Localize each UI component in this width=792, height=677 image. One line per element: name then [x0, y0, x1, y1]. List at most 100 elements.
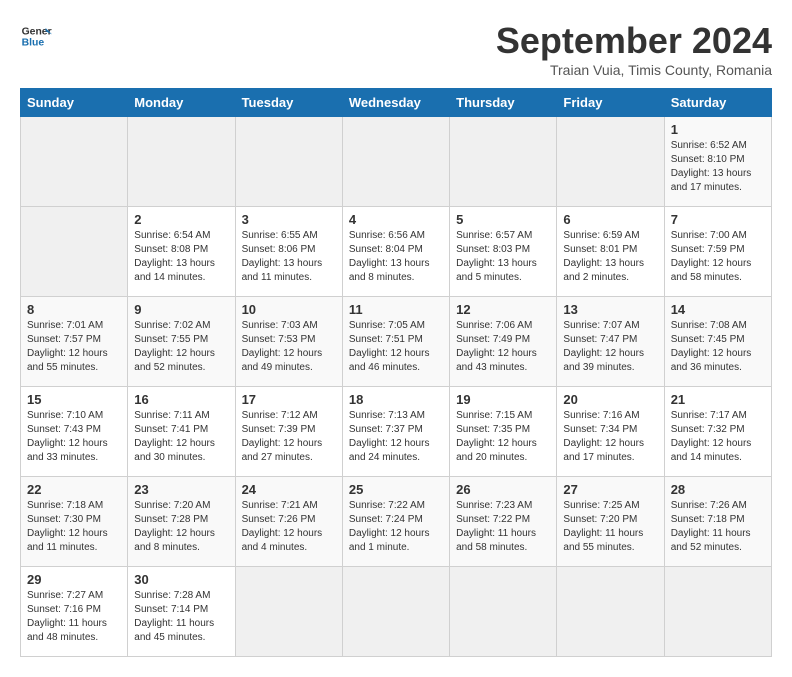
calendar-cell: 1 Sunrise: 6:52 AMSunset: 8:10 PMDaylight…: [664, 117, 771, 207]
calendar-cell: 18 Sunrise: 7:13 AMSunset: 7:37 PMDayligh…: [342, 387, 449, 477]
day-number: 20: [563, 392, 657, 407]
calendar-cell: 20 Sunrise: 7:16 AMSunset: 7:34 PMDayligh…: [557, 387, 664, 477]
calendar-cell: 25 Sunrise: 7:22 AMSunset: 7:24 PMDayligh…: [342, 477, 449, 567]
calendar-week-row: 15 Sunrise: 7:10 AMSunset: 7:43 PMDayligh…: [21, 387, 772, 477]
calendar-cell: 4Sunrise: 6:56 AMSunset: 8:04 PMDaylight…: [342, 207, 449, 297]
day-number: 21: [671, 392, 765, 407]
cell-sun-info: Sunrise: 6:56 AMSunset: 8:04 PMDaylight:…: [349, 229, 443, 285]
calendar-cell: 8Sunrise: 7:01 AMSunset: 7:57 PMDaylight…: [21, 297, 128, 387]
day-number: 7: [671, 212, 765, 227]
calendar-cell-empty: [21, 117, 128, 207]
cell-sun-info: Sunrise: 7:02 AMSunset: 7:55 PMDaylight:…: [134, 319, 228, 375]
day-number: 12: [456, 302, 550, 317]
logo: General Blue: [20, 20, 52, 52]
cell-sun-info: Sunrise: 7:12 AMSunset: 7:39 PMDaylight:…: [242, 409, 336, 465]
cell-sun-info: Sunrise: 6:55 AMSunset: 8:06 PMDaylight:…: [242, 229, 336, 285]
cell-sun-info: Sunrise: 7:03 AMSunset: 7:53 PMDaylight:…: [242, 319, 336, 375]
cell-sun-info: Sunrise: 7:13 AMSunset: 7:37 PMDaylight:…: [349, 409, 443, 465]
day-number: 19: [456, 392, 550, 407]
cell-sun-info: Sunrise: 7:00 AMSunset: 7:59 PMDaylight:…: [671, 229, 765, 285]
calendar-cell-empty: [235, 117, 342, 207]
cell-sun-info: Sunrise: 6:54 AMSunset: 8:08 PMDaylight:…: [134, 229, 228, 285]
calendar-week-row: 22 Sunrise: 7:18 AMSunset: 7:30 PMDayligh…: [21, 477, 772, 567]
day-number: 9: [134, 302, 228, 317]
header-day-tuesday: Tuesday: [235, 89, 342, 117]
calendar-cell: 7 Sunrise: 7:00 AMSunset: 7:59 PMDaylight…: [664, 207, 771, 297]
cell-sun-info: Sunrise: 7:05 AMSunset: 7:51 PMDaylight:…: [349, 319, 443, 375]
day-number: 29: [27, 572, 121, 587]
calendar-cell: 13 Sunrise: 7:07 AMSunset: 7:47 PMDayligh…: [557, 297, 664, 387]
day-number: 18: [349, 392, 443, 407]
day-number: 14: [671, 302, 765, 317]
calendar-cell: 28 Sunrise: 7:26 AMSunset: 7:18 PMDayligh…: [664, 477, 771, 567]
cell-sun-info: Sunrise: 7:08 AMSunset: 7:45 PMDaylight:…: [671, 319, 765, 375]
day-number: 5: [456, 212, 550, 227]
calendar-cell: 12Sunrise: 7:06 AMSunset: 7:49 PMDayligh…: [450, 297, 557, 387]
cell-sun-info: Sunrise: 7:23 AMSunset: 7:22 PMDaylight:…: [456, 499, 550, 555]
header-day-sunday: Sunday: [21, 89, 128, 117]
day-number: 23: [134, 482, 228, 497]
calendar-table: SundayMondayTuesdayWednesdayThursdayFrid…: [20, 88, 772, 657]
day-number: 8: [27, 302, 121, 317]
day-number: 30: [134, 572, 228, 587]
day-number: 2: [134, 212, 228, 227]
calendar-cell: 15 Sunrise: 7:10 AMSunset: 7:43 PMDayligh…: [21, 387, 128, 477]
calendar-body: 1 Sunrise: 6:52 AMSunset: 8:10 PMDaylight…: [21, 117, 772, 657]
day-number: 3: [242, 212, 336, 227]
day-number: 13: [563, 302, 657, 317]
calendar-cell: 10Sunrise: 7:03 AMSunset: 7:53 PMDayligh…: [235, 297, 342, 387]
calendar-cell: 22 Sunrise: 7:18 AMSunset: 7:30 PMDayligh…: [21, 477, 128, 567]
calendar-cell-empty: [342, 117, 449, 207]
logo-icon: General Blue: [20, 20, 52, 52]
page-header: General Blue September 2024 Traian Vuia,…: [20, 20, 772, 78]
day-number: 24: [242, 482, 336, 497]
calendar-cell: 23 Sunrise: 7:20 AMSunset: 7:28 PMDayligh…: [128, 477, 235, 567]
calendar-week-row: 2 Sunrise: 6:54 AMSunset: 8:08 PMDaylight…: [21, 207, 772, 297]
day-number: 28: [671, 482, 765, 497]
calendar-cell-empty: [557, 117, 664, 207]
day-number: 22: [27, 482, 121, 497]
cell-sun-info: Sunrise: 7:21 AMSunset: 7:26 PMDaylight:…: [242, 499, 336, 555]
calendar-cell-empty: [128, 117, 235, 207]
calendar-cell: 27Sunrise: 7:25 AMSunset: 7:20 PMDayligh…: [557, 477, 664, 567]
day-number: 6: [563, 212, 657, 227]
calendar-week-row: 1 Sunrise: 6:52 AMSunset: 8:10 PMDaylight…: [21, 117, 772, 207]
cell-sun-info: Sunrise: 7:28 AMSunset: 7:14 PMDaylight:…: [134, 589, 228, 645]
day-number: 27: [563, 482, 657, 497]
svg-text:Blue: Blue: [22, 38, 45, 49]
cell-sun-info: Sunrise: 7:11 AMSunset: 7:41 PMDaylight:…: [134, 409, 228, 465]
calendar-cell: 19 Sunrise: 7:15 AMSunset: 7:35 PMDayligh…: [450, 387, 557, 477]
month-title: September 2024: [496, 20, 772, 62]
cell-sun-info: Sunrise: 6:52 AMSunset: 8:10 PMDaylight:…: [671, 139, 765, 195]
day-number: 25: [349, 482, 443, 497]
cell-sun-info: Sunrise: 7:18 AMSunset: 7:30 PMDaylight:…: [27, 499, 121, 555]
cell-sun-info: Sunrise: 7:10 AMSunset: 7:43 PMDaylight:…: [27, 409, 121, 465]
calendar-cell: 24 Sunrise: 7:21 AMSunset: 7:26 PMDayligh…: [235, 477, 342, 567]
calendar-cell: 2 Sunrise: 6:54 AMSunset: 8:08 PMDaylight…: [128, 207, 235, 297]
cell-sun-info: Sunrise: 7:22 AMSunset: 7:24 PMDaylight:…: [349, 499, 443, 555]
cell-sun-info: Sunrise: 7:07 AMSunset: 7:47 PMDaylight:…: [563, 319, 657, 375]
day-number: 17: [242, 392, 336, 407]
calendar-week-row: 8Sunrise: 7:01 AMSunset: 7:57 PMDaylight…: [21, 297, 772, 387]
header-day-monday: Monday: [128, 89, 235, 117]
header-day-saturday: Saturday: [664, 89, 771, 117]
calendar-cell-empty: [21, 207, 128, 297]
day-number: 15: [27, 392, 121, 407]
cell-sun-info: Sunrise: 7:20 AMSunset: 7:28 PMDaylight:…: [134, 499, 228, 555]
day-number: 11: [349, 302, 443, 317]
calendar-cell: 11 Sunrise: 7:05 AMSunset: 7:51 PMDayligh…: [342, 297, 449, 387]
calendar-cell: 9 Sunrise: 7:02 AMSunset: 7:55 PMDaylight…: [128, 297, 235, 387]
cell-sun-info: Sunrise: 6:57 AMSunset: 8:03 PMDaylight:…: [456, 229, 550, 285]
cell-sun-info: Sunrise: 7:27 AMSunset: 7:16 PMDaylight:…: [27, 589, 121, 645]
calendar-cell: 6 Sunrise: 6:59 AMSunset: 8:01 PMDaylight…: [557, 207, 664, 297]
calendar-cell: 16Sunrise: 7:11 AMSunset: 7:41 PMDayligh…: [128, 387, 235, 477]
cell-sun-info: Sunrise: 7:15 AMSunset: 7:35 PMDaylight:…: [456, 409, 550, 465]
day-number: 1: [671, 122, 765, 137]
cell-sun-info: Sunrise: 7:16 AMSunset: 7:34 PMDaylight:…: [563, 409, 657, 465]
cell-sun-info: Sunrise: 6:59 AMSunset: 8:01 PMDaylight:…: [563, 229, 657, 285]
calendar-cell: 5 Sunrise: 6:57 AMSunset: 8:03 PMDaylight…: [450, 207, 557, 297]
cell-sun-info: Sunrise: 7:26 AMSunset: 7:18 PMDaylight:…: [671, 499, 765, 555]
location-title: Traian Vuia, Timis County, Romania: [496, 62, 772, 78]
calendar-cell: 26Sunrise: 7:23 AMSunset: 7:22 PMDayligh…: [450, 477, 557, 567]
title-block: September 2024 Traian Vuia, Timis County…: [496, 20, 772, 78]
